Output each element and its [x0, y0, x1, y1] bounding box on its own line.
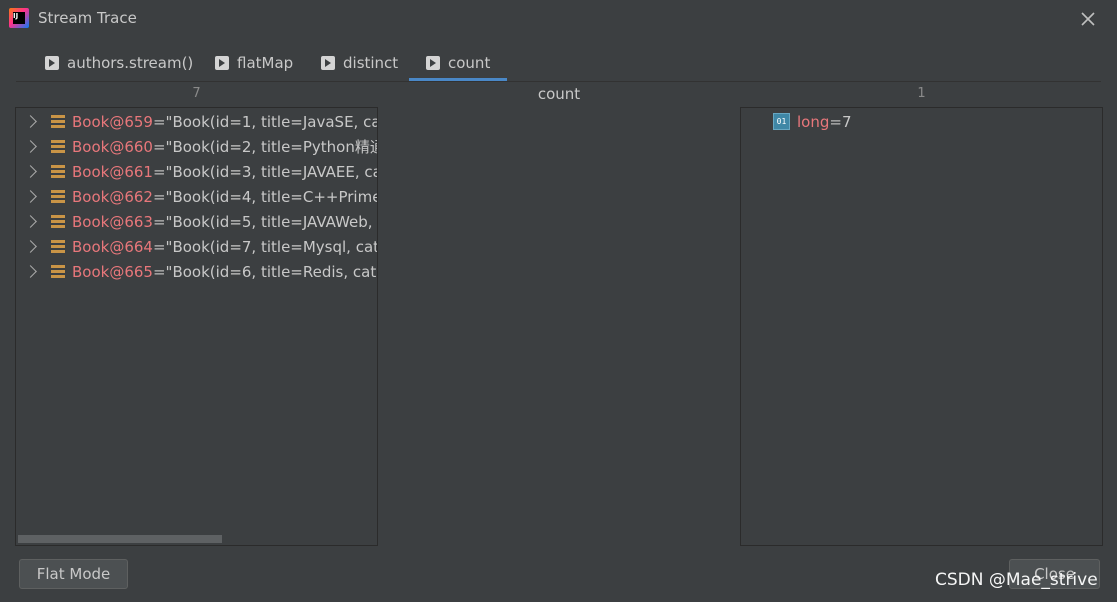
- watermark: CSDN @Mae_strive: [935, 570, 1098, 590]
- object-value: "Book(id=6, title=Redis, cate: [165, 262, 378, 281]
- chevron-right-icon[interactable]: [24, 165, 37, 178]
- tab-count[interactable]: count: [409, 47, 508, 81]
- list-item[interactable]: Book@660 = "Book(id=2, title=Python精通: [16, 134, 378, 159]
- object-name: Book@660: [72, 137, 153, 156]
- primitive-value-icon: 01: [773, 113, 790, 130]
- object-value: "Book(id=4, title=C++Prime,: [165, 187, 378, 206]
- tab-label: flatMap: [237, 54, 294, 72]
- value-name: long: [797, 112, 830, 131]
- object-name: Book@662: [72, 187, 153, 206]
- left-count-label: 7: [192, 86, 201, 101]
- equals-sign: =: [152, 212, 166, 231]
- list-item[interactable]: Book@664 = "Book(id=7, title=Mysql, cate: [16, 234, 378, 259]
- object-value: "Book(id=1, title=JavaSE, cat: [165, 112, 378, 131]
- intellij-logo-icon: IJ: [9, 8, 29, 28]
- object-value: "Book(id=7, title=Mysql, cate: [165, 237, 378, 256]
- object-name: Book@663: [72, 212, 153, 231]
- tab-authors-stream[interactable]: authors.stream(): [45, 47, 193, 79]
- chevron-right-icon[interactable]: [24, 140, 37, 153]
- object-field-icon: [51, 190, 65, 203]
- title-bar: IJ Stream Trace: [0, 0, 1117, 38]
- chevron-right-icon[interactable]: [24, 215, 37, 228]
- tab-distinct[interactable]: distinct: [321, 47, 398, 79]
- chevron-right-icon[interactable]: [24, 240, 37, 253]
- object-field-icon: [51, 265, 65, 278]
- chevron-right-icon[interactable]: [24, 265, 37, 278]
- tab-label: authors.stream(): [67, 54, 194, 72]
- stream-op-icon: [426, 55, 440, 70]
- horizontal-scrollbar[interactable]: [16, 534, 377, 545]
- list-item[interactable]: 01 long = 7: [773, 109, 852, 134]
- equals-sign: =: [152, 162, 166, 181]
- middle-title: count: [537, 85, 581, 103]
- equals-sign: =: [152, 237, 166, 256]
- list-item[interactable]: Book@665 = "Book(id=6, title=Redis, cate: [16, 259, 378, 284]
- object-value: "Book(id=5, title=JAVAWeb,: [165, 212, 373, 231]
- object-field-icon: [51, 140, 65, 153]
- window-title: Stream Trace: [38, 9, 137, 27]
- stream-op-icon: [45, 56, 59, 70]
- object-name: Book@664: [72, 237, 153, 256]
- scrollbar-thumb[interactable]: [18, 535, 222, 543]
- stream-op-icon: [215, 56, 229, 70]
- object-value: "Book(id=3, title=JAVAEE, ca: [165, 162, 378, 181]
- tab-flatmap[interactable]: flatMap: [215, 47, 293, 79]
- right-count-label: 1: [917, 86, 926, 101]
- equals-sign: =: [152, 112, 166, 131]
- object-field-icon: [51, 115, 65, 128]
- object-name: Book@665: [72, 262, 153, 281]
- chevron-right-icon[interactable]: [24, 190, 37, 203]
- object-field-icon: [51, 165, 65, 178]
- object-name: Book@661: [72, 162, 153, 181]
- equals-sign: =: [152, 262, 166, 281]
- stream-tabs: authors.stream() flatMap distinct count: [16, 47, 1101, 82]
- object-name: Book@659: [72, 112, 153, 131]
- object-field-icon: [51, 215, 65, 228]
- list-item[interactable]: Book@662 = "Book(id=4, title=C++Prime,: [16, 184, 378, 209]
- tab-label: distinct: [343, 54, 399, 72]
- list-item[interactable]: Book@659 = "Book(id=1, title=JavaSE, cat: [16, 109, 378, 134]
- stream-op-icon: [321, 56, 335, 70]
- close-window-icon[interactable]: [1077, 8, 1099, 30]
- object-value: "Book(id=2, title=Python精通: [165, 138, 378, 156]
- equals-sign: =: [152, 187, 166, 206]
- before-values-panel[interactable]: Book@659 = "Book(id=1, title=JavaSE, cat…: [15, 107, 378, 546]
- chevron-right-icon[interactable]: [24, 115, 37, 128]
- flat-mode-button[interactable]: Flat Mode: [19, 559, 128, 589]
- equals-sign: =: [152, 137, 166, 156]
- tab-label: count: [448, 53, 491, 72]
- list-item[interactable]: Book@661 = "Book(id=3, title=JAVAEE, ca: [16, 159, 378, 184]
- after-values-panel[interactable]: 01 long = 7: [740, 107, 1103, 546]
- object-field-icon: [51, 240, 65, 253]
- list-item[interactable]: Book@663 = "Book(id=5, title=JAVAWeb,: [16, 209, 373, 234]
- value-text: 7: [841, 112, 852, 131]
- equals-sign: =: [829, 112, 842, 131]
